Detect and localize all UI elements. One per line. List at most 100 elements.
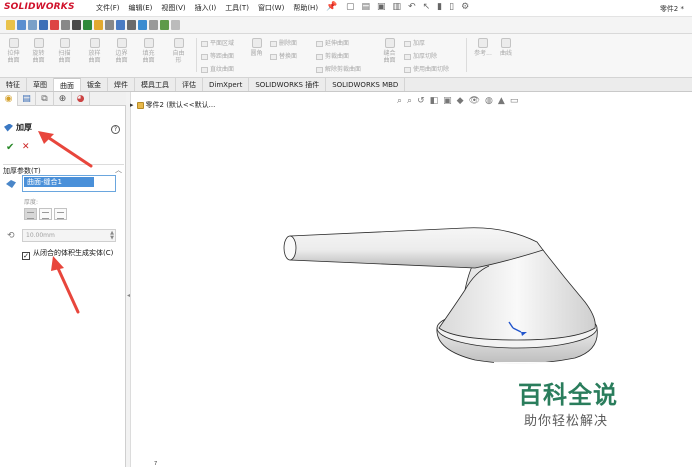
replace-face-button[interactable]: 替换面 [270, 51, 297, 60]
display-manager-tab-icon[interactable]: ◕ [72, 92, 90, 106]
planar-surface-button[interactable]: 平面区域 [201, 38, 234, 47]
toolbar-icon[interactable] [138, 20, 147, 30]
offset-surface-button[interactable]: 等距曲面 [201, 51, 234, 60]
tab-sheet-metal[interactable]: 钣金 [81, 78, 108, 91]
toolbar-icon[interactable] [149, 20, 158, 30]
print-icon[interactable]: ▥ [393, 2, 402, 12]
ok-button[interactable]: ✔ [6, 142, 14, 153]
thicken-both-sides-button[interactable] [39, 208, 52, 220]
cancel-button[interactable]: ✕ [22, 142, 30, 152]
menu-insert[interactable]: 插入(I) [195, 3, 217, 13]
new-icon[interactable]: ▢ [346, 2, 355, 12]
tab-sketch[interactable]: 草图 [27, 78, 54, 91]
collapse-panel-icon[interactable]: ◂ [127, 292, 130, 306]
curves-button[interactable]: 曲线 [497, 38, 515, 57]
boundary-surface-button[interactable]: 边界曲面 [113, 38, 130, 64]
expand-arrow-icon[interactable]: ▸ [130, 101, 134, 109]
thicken-button[interactable]: 加厚 [404, 38, 425, 47]
thickness-input[interactable]: 10.00mm ▲ ▼ [22, 229, 116, 242]
revolve-surface-button[interactable]: 旋转曲面 [30, 38, 47, 64]
feature-tree-tab-icon[interactable]: ◉ [0, 92, 18, 106]
thicken-side1-button[interactable] [24, 208, 37, 220]
untrim-surface-button[interactable]: 解除剪裁曲面 [316, 64, 361, 73]
menu-tools[interactable]: 工具(T) [225, 3, 249, 13]
options-icon[interactable]: ⚙ [461, 2, 469, 12]
create-solid-checkbox[interactable]: ✓ [22, 252, 30, 260]
menu-file[interactable]: 文件(F) [96, 3, 120, 13]
knit-surface-button[interactable]: 缝合曲面 [381, 38, 398, 64]
toolbar-icon[interactable] [171, 20, 180, 30]
tab-features[interactable]: 特征 [0, 78, 27, 91]
menu-help[interactable]: 帮助(H) [293, 3, 318, 13]
tab-mbd[interactable]: SOLIDWORKS MBD [326, 78, 406, 91]
trim-surface-button[interactable]: 剪裁曲面 [316, 51, 349, 60]
delete-face-label: 删除面 [279, 40, 298, 47]
selected-surface-item[interactable]: 曲面-缝合1 [24, 177, 94, 187]
toolbar-icon[interactable] [72, 20, 81, 30]
freeform-button[interactable]: 自由形 [170, 38, 187, 64]
view-settings-icon[interactable]: ▭ [510, 96, 519, 106]
hide-show-icon[interactable]: 👁 [469, 96, 480, 106]
toolbar-icon[interactable] [17, 20, 26, 30]
toolbar-icon[interactable] [94, 20, 103, 30]
toolbar-icon[interactable] [116, 20, 125, 30]
delete-face-icon [270, 40, 277, 47]
toolbar-icon[interactable] [50, 20, 59, 30]
cut-with-surface-button[interactable]: 使用曲面切除 [404, 64, 449, 73]
rebuild-icon[interactable]: ▮ [437, 2, 442, 12]
zoom-area-icon[interactable]: ⌕ [407, 96, 412, 106]
feature-tree-flyout[interactable]: ▸ 零件2 (默认<<默认... [130, 100, 215, 110]
fill-surface-button[interactable]: 填充曲面 [140, 38, 157, 64]
toolbar-icon[interactable] [105, 20, 114, 30]
extrude-surface-button[interactable]: 拉伸曲面 [5, 38, 22, 64]
delete-face-button[interactable]: 删除面 [270, 38, 297, 47]
thickened-cut-button[interactable]: 加厚切除 [404, 51, 437, 60]
reference-geometry-button[interactable]: 参考... [472, 38, 494, 57]
surface-selection-box[interactable]: 曲面-缝合1 [22, 175, 116, 192]
zoom-fit-icon[interactable]: ⌕ [397, 96, 402, 106]
edit-appearance-icon[interactable]: ◍ [485, 96, 493, 106]
toolbar-icon[interactable] [127, 20, 136, 30]
tab-mold-tools[interactable]: 模具工具 [135, 78, 176, 91]
dimxpert-tab-icon[interactable]: ⊕ [54, 92, 72, 106]
tab-addins[interactable]: SOLIDWORKS 插件 [249, 78, 327, 91]
loft-surface-button[interactable]: 放样曲面 [86, 38, 103, 64]
file-props-icon[interactable]: ▯ [449, 2, 454, 12]
toolbar-icon[interactable] [28, 20, 37, 30]
open-icon[interactable]: ▤ [362, 2, 371, 12]
tab-weldments[interactable]: 焊件 [108, 78, 135, 91]
save-icon[interactable]: ▣ [377, 2, 386, 12]
toolbar-icon[interactable] [83, 20, 92, 30]
previous-view-icon[interactable]: ↺ [417, 96, 425, 106]
menu-window[interactable]: 窗口(W) [258, 3, 284, 13]
toolbar-icon[interactable] [6, 20, 15, 30]
boundary-surface-icon [116, 38, 127, 48]
menu-view[interactable]: 视图(V) [161, 3, 185, 13]
property-manager-tab-icon[interactable]: ▤ [18, 92, 36, 106]
undo-icon[interactable]: ↶ [408, 2, 416, 12]
sweep-surface-button[interactable]: 扫描曲面 [56, 38, 73, 64]
toolbar-icon[interactable] [39, 20, 48, 30]
help-icon[interactable]: ? [111, 125, 120, 134]
tab-evaluate[interactable]: 评估 [176, 78, 203, 91]
extend-surface-button[interactable]: 延伸曲面 [316, 38, 349, 47]
section-view-icon[interactable]: ◧ [430, 96, 439, 106]
tab-dimxpert[interactable]: DimXpert [203, 78, 250, 91]
apply-scene-icon[interactable]: ▲ [498, 96, 505, 106]
ribbon-separator [196, 38, 197, 72]
thickened-part-model[interactable] [275, 210, 605, 370]
configuration-tab-icon[interactable]: ⧉ [36, 92, 54, 106]
thicken-side2-button[interactable] [54, 208, 67, 220]
tab-surfaces[interactable]: 曲面 [54, 78, 81, 91]
ruled-surface-button[interactable]: 直纹曲面 [201, 64, 234, 73]
spinner-icon[interactable]: ▲ ▼ [110, 231, 114, 241]
pin-icon[interactable]: 📌 [326, 2, 337, 12]
display-style-icon[interactable]: ◆ [457, 96, 464, 106]
toolbar-icon[interactable] [61, 20, 70, 30]
view-orientation-icon[interactable]: ▣ [443, 96, 452, 106]
fillet-button[interactable]: 圆角 [248, 38, 265, 57]
chevron-up-icon[interactable]: ︿ [115, 165, 122, 175]
menu-edit[interactable]: 编辑(E) [129, 3, 153, 13]
toolbar-icon[interactable] [160, 20, 169, 30]
select-icon[interactable]: ↖ [423, 2, 431, 12]
